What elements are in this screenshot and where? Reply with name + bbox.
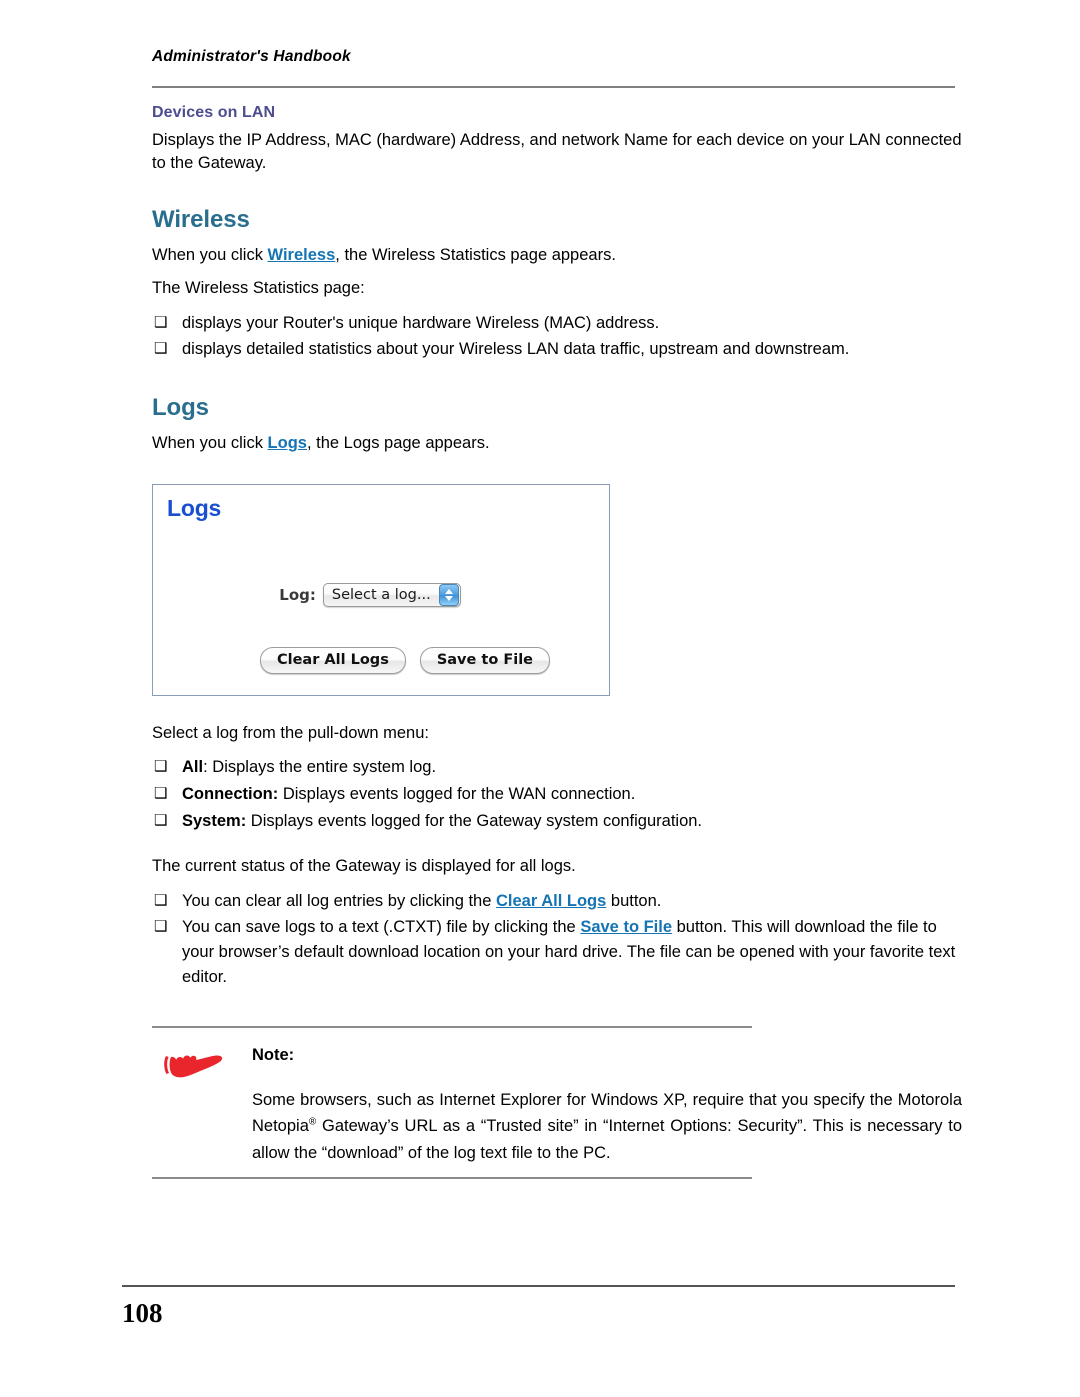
log-option-description: Displays events logged for the WAN conne… bbox=[278, 784, 636, 803]
heading-logs: Logs bbox=[152, 394, 209, 422]
paragraph-gateway-status: The current status of the Gateway is dis… bbox=[152, 857, 576, 876]
paragraph-devices-on-lan: Displays the IP Address, MAC (hardware) … bbox=[152, 131, 962, 173]
document-page: Administrator's Handbook Devices on LAN … bbox=[0, 0, 1080, 1397]
note-body: Some browsers, such as Internet Explorer… bbox=[252, 1087, 962, 1167]
list-wireless-features: ❑ displays your Router's unique hardware … bbox=[152, 311, 962, 363]
log-option-name: Connection: bbox=[182, 784, 279, 803]
paragraph-wireless-leadin: The Wireless Statistics page: bbox=[152, 279, 365, 298]
wireless-intro-prefix: When you click bbox=[152, 245, 268, 264]
logs-intro-suffix: , the Logs page appears. bbox=[306, 434, 490, 453]
log-select-dropdown[interactable]: Select a log... bbox=[322, 582, 461, 607]
action-prefix: You can clear all log entries by clickin… bbox=[182, 891, 496, 910]
list-log-options: ❑ All: Displays the entire system log. ❑ C… bbox=[152, 755, 962, 833]
log-select-value: Select a log... bbox=[331, 586, 431, 603]
list-item: ❑ You can clear all log entries by clicki… bbox=[152, 889, 962, 914]
log-option-name: All bbox=[182, 758, 204, 777]
save-to-file-button[interactable]: Save to File bbox=[419, 646, 551, 674]
paragraph-logs-intro: When you click Logs, the Logs page appea… bbox=[152, 432, 962, 455]
wireless-intro-suffix: , the Wireless Statistics page appears. bbox=[335, 245, 616, 264]
running-header: Administrator's Handbook bbox=[152, 48, 351, 65]
logs-intro-prefix: When you click bbox=[152, 434, 268, 453]
square-bullet-icon: ❑ bbox=[154, 811, 168, 829]
list-item: ❑ displays your Router's unique hardware … bbox=[152, 311, 962, 336]
log-field-label: Log: bbox=[279, 585, 316, 604]
list-item-text: displays your Router's unique hardware W… bbox=[182, 313, 660, 332]
link-wireless[interactable]: Wireless bbox=[268, 246, 336, 264]
paragraph-wireless-intro: When you click Wireless, the Wireless St… bbox=[152, 244, 962, 267]
list-item: ❑ Connection: Displays events logged for … bbox=[152, 782, 962, 807]
link-logs[interactable]: Logs bbox=[268, 434, 307, 452]
logs-page-screenshot: Logs Log: Select a log... Clear All Logs… bbox=[152, 483, 610, 696]
action-prefix: You can save logs to a text (.CTXT) file… bbox=[182, 918, 581, 937]
list-item: ❑ System: Displays events logged for the … bbox=[152, 809, 962, 834]
log-option-description: Displays the entire system log. bbox=[207, 758, 437, 777]
square-bullet-icon: ❑ bbox=[154, 313, 168, 331]
list-item: ❑ You can save logs to a text (.CTXT) fil… bbox=[152, 915, 962, 989]
action-suffix: button. bbox=[606, 891, 662, 910]
note-inner: Note: Some browsers, such as Internet Ex… bbox=[152, 1028, 962, 1177]
page-content: Devices on LAN Displays the IP Address, … bbox=[152, 104, 962, 1179]
square-bullet-icon: ❑ bbox=[154, 891, 168, 909]
header-divider bbox=[152, 86, 955, 88]
square-bullet-icon: ❑ bbox=[154, 758, 168, 776]
chevron-updown-icon bbox=[438, 583, 459, 606]
list-item: ❑ displays detailed statistics about your… bbox=[152, 337, 962, 362]
list-item-text: displays detailed statistics about your … bbox=[182, 340, 850, 359]
paragraph-select-log-leadin: Select a log from the pull-down menu: bbox=[152, 723, 429, 742]
link-clear-all-logs[interactable]: Clear All Logs bbox=[496, 892, 606, 910]
square-bullet-icon: ❑ bbox=[154, 340, 168, 358]
note-line2-suffix: Gateway’s URL as a “Trusted site” in “In… bbox=[252, 1117, 962, 1163]
log-selector-row: Log: Select a log... bbox=[153, 582, 609, 607]
square-bullet-icon: ❑ bbox=[154, 784, 168, 802]
list-log-actions: ❑ You can clear all log entries by clicki… bbox=[152, 889, 962, 990]
note-block: Note: Some browsers, such as Internet Ex… bbox=[152, 1025, 962, 1179]
note-line1: Some browsers, such as Internet Explorer… bbox=[252, 1090, 893, 1109]
footer-divider bbox=[122, 1285, 955, 1287]
heading-wireless: Wireless bbox=[152, 205, 250, 233]
pointing-hand-icon bbox=[164, 1055, 223, 1078]
link-save-to-file[interactable]: Save to File bbox=[580, 918, 672, 936]
note-bottom-divider bbox=[152, 1176, 752, 1179]
list-item: ❑ All: Displays the entire system log. bbox=[152, 755, 962, 780]
page-number: 108 bbox=[122, 1298, 163, 1328]
clear-all-logs-button[interactable]: Clear All Logs bbox=[259, 646, 406, 674]
screenshot-button-row: Clear All Logs Save to File bbox=[153, 646, 609, 674]
heading-devices-on-lan: Devices on LAN bbox=[152, 104, 276, 121]
note-label: Note: bbox=[252, 1045, 295, 1064]
square-bullet-icon: ❑ bbox=[154, 918, 168, 936]
log-option-description: Displays events logged for the Gateway s… bbox=[246, 811, 703, 830]
log-option-name: System: bbox=[182, 811, 247, 830]
screenshot-title-logs: Logs bbox=[167, 494, 222, 521]
